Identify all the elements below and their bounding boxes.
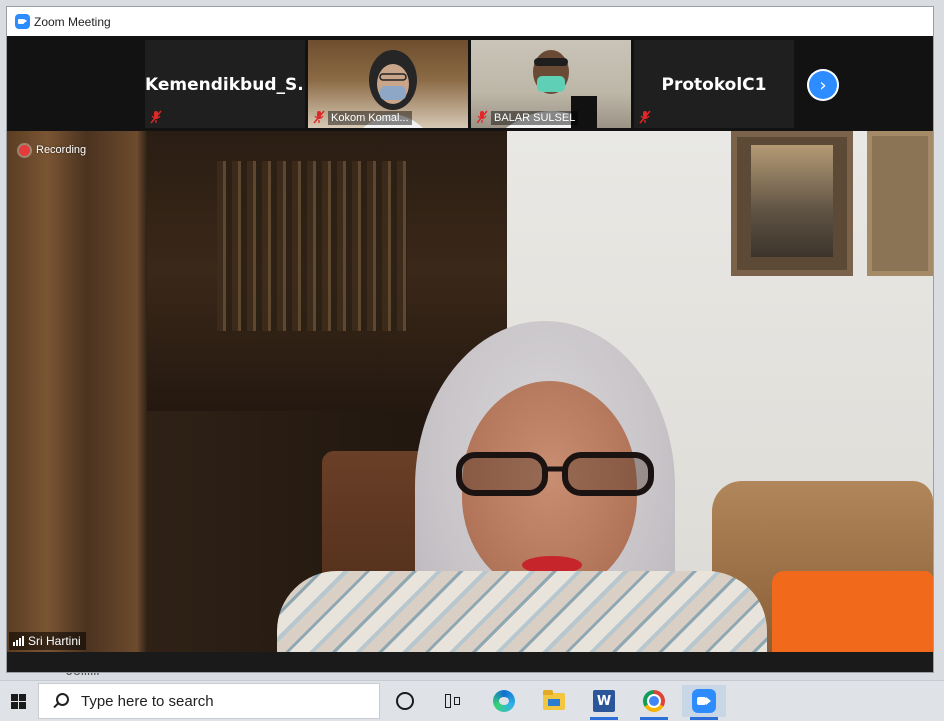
participant-name: ProtokolC1 [661,75,767,95]
mic-muted-icon [313,110,325,124]
speaker-name-tag: Sri Hartini [9,632,86,650]
participant-name: BALAR SULSEL [491,111,579,125]
chevron-right-icon: › [819,74,827,96]
speaker-clothing [277,571,767,652]
zoom-icon [692,689,716,713]
word-button[interactable]: W [582,685,626,720]
speaker-name: Sri Hartini [28,634,81,648]
record-icon [19,144,30,156]
search-input[interactable] [79,691,363,711]
participant-tile[interactable]: ProtokolC1 [634,40,794,128]
cortana-button[interactable] [383,685,427,717]
participant-tile[interactable]: Kemendikbud_S... [145,40,305,128]
speaker-glasses [456,452,654,496]
window-bottom-bar [7,652,933,672]
mic-muted-icon [476,110,488,124]
windows-taskbar: W [0,680,944,721]
file-explorer-icon [543,689,565,710]
edge-button[interactable] [482,685,526,717]
zoom-logo-icon [15,14,30,29]
recording-indicator[interactable]: Recording [19,144,86,156]
chrome-icon [643,690,665,712]
participant-tile[interactable]: BALAR SULSEL [471,40,631,128]
participant-tile[interactable]: Kokom Komal... [308,40,468,128]
video-background-books [217,161,407,331]
next-page-button[interactable]: › [807,69,839,101]
taskbar-search-box[interactable] [38,683,380,719]
windows-logo-icon [10,693,26,709]
zoom-meeting-window: Zoom Meeting Kemendikbud_S... Kokom Koma… [7,7,933,672]
video-background-portrait [731,131,853,276]
word-icon: W [593,690,615,712]
window-title: Zoom Meeting [34,15,111,29]
window-titlebar[interactable]: Zoom Meeting [7,7,933,37]
zoom-taskbar-button[interactable] [682,685,726,720]
signal-strength-icon [13,636,24,646]
active-speaker-video[interactable]: Recording Sri Hartini [7,131,933,652]
search-icon [51,692,69,710]
cortana-icon [396,692,414,710]
task-view-icon [445,694,461,708]
participant-strip: Kemendikbud_S... Kokom Komal... BALAR SU… [7,36,933,131]
chrome-button[interactable] [632,685,676,720]
mic-muted-icon [639,110,651,124]
participant-name: Kokom Komal... [328,111,412,125]
recording-label: Recording [36,144,87,156]
edge-icon [493,690,515,712]
video-background-frame [867,131,933,276]
start-button[interactable] [0,681,36,721]
file-explorer-button[interactable] [532,685,576,717]
participant-name: Kemendikbud_S... [145,75,305,95]
task-view-button[interactable] [431,685,475,717]
video-background-pillow [772,571,933,652]
mic-muted-icon [150,110,162,124]
